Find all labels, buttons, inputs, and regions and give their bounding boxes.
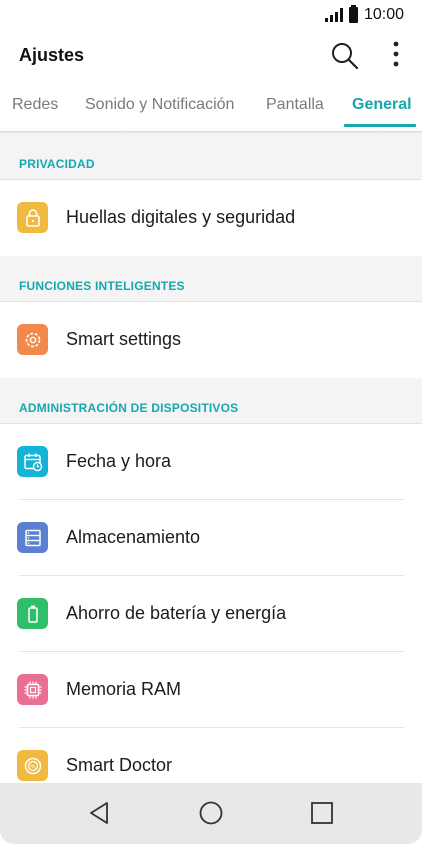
list-item-almacenamiento[interactable]: Almacenamiento (0, 500, 422, 576)
list-item-smart-doctor[interactable]: % Smart Doctor (0, 728, 422, 783)
search-button[interactable] (329, 40, 361, 72)
section-header-privacidad: PRIVACIDAD (0, 134, 422, 180)
smart-doctor-icon: % (17, 750, 48, 781)
navigation-bar (0, 783, 422, 844)
tab-sonido-notificacion[interactable]: Sonido y Notificación (85, 96, 234, 114)
section-header-administracion-dispositivos: ADMINISTRACIÓN DE DISPOSITIVOS (0, 378, 422, 424)
list-item-label: Smart settings (66, 329, 182, 349)
more-options-button[interactable] (384, 40, 408, 72)
smart-settings-gear-icon (17, 324, 48, 355)
list-item-memoria-ram[interactable]: Memoria RAM (0, 652, 422, 728)
battery-status-icon (348, 5, 358, 23)
back-button[interactable] (86, 799, 114, 827)
tab-bar: Redes Sonido y Notificación Pantalla Gen… (0, 80, 422, 132)
tab-general[interactable]: General (352, 96, 412, 114)
recents-square-icon (311, 802, 333, 824)
tab-pantalla[interactable]: Pantalla (266, 96, 324, 114)
section-header-funciones-inteligentes: FUNCIONES INTELIGENTES (0, 256, 422, 302)
back-triangle-icon (90, 802, 108, 824)
status-time: 10:00 (363, 6, 404, 23)
lock-icon (17, 202, 48, 233)
battery-icon (17, 598, 48, 629)
app-bar: Ajustes (0, 30, 422, 80)
recents-button[interactable] (308, 799, 336, 827)
more-vertical-icon (393, 41, 399, 67)
list-item-label: Smart Doctor (66, 755, 173, 775)
memory-chip-icon (17, 674, 48, 705)
active-tab-indicator (344, 124, 416, 127)
status-bar: 10:00 (0, 0, 422, 30)
list-item-fecha-hora[interactable]: Fecha y hora (0, 424, 422, 500)
settings-list[interactable]: PRIVACIDAD Huellas digitales y seguridad… (0, 134, 422, 783)
storage-icon (17, 522, 48, 553)
list-item-label: Fecha y hora (66, 451, 172, 471)
list-item-ahorro-bateria[interactable]: Ahorro de batería y energía (0, 576, 422, 652)
page-title: Ajustes (19, 45, 85, 65)
home-button[interactable] (197, 799, 225, 827)
list-item-smart-settings[interactable]: Smart settings (0, 302, 422, 378)
list-item-label: Memoria RAM (66, 679, 182, 699)
signal-icon (324, 8, 343, 22)
list-item-label: Almacenamiento (66, 527, 201, 547)
list-item-huellas-seguridad[interactable]: Huellas digitales y seguridad (0, 180, 422, 256)
tab-redes[interactable]: Redes (12, 96, 58, 114)
home-circle-icon (199, 801, 223, 825)
calendar-clock-icon (17, 446, 48, 477)
svg-text:%: % (30, 763, 36, 770)
list-item-label: Huellas digitales y seguridad (66, 207, 296, 227)
search-icon (332, 43, 359, 70)
list-item-label: Ahorro de batería y energía (66, 603, 287, 623)
